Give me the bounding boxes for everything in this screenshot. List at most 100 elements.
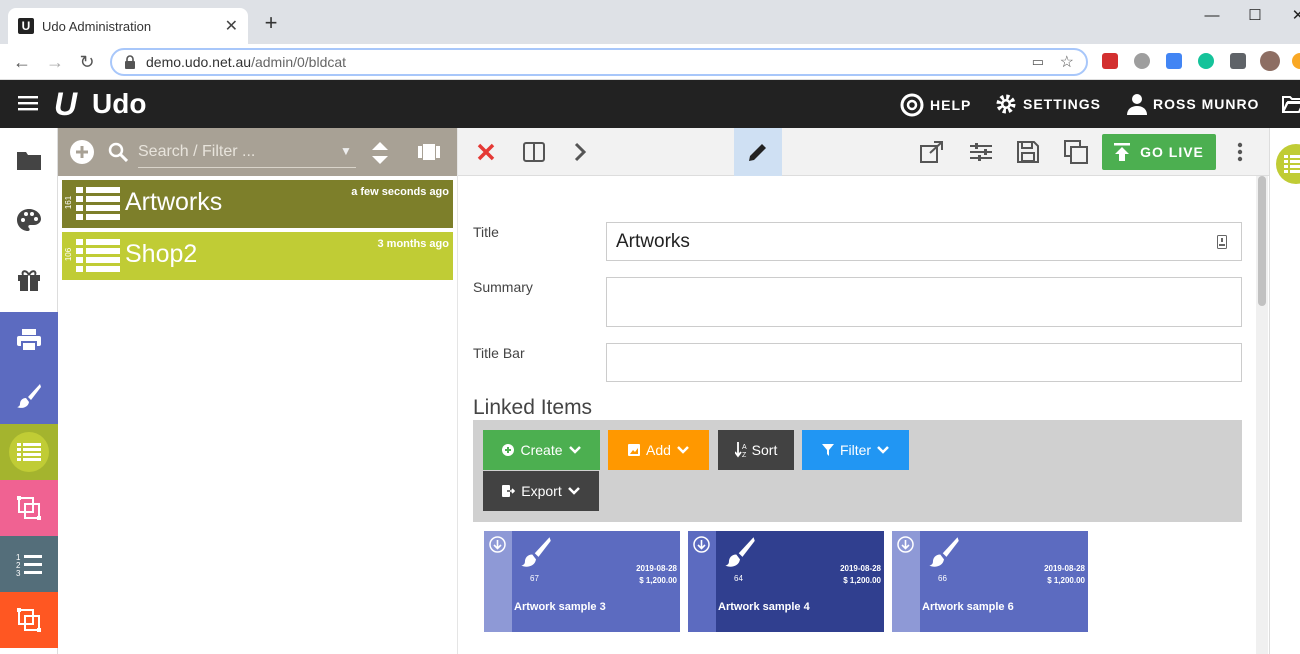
card-price: $ 1,200.00 (1047, 576, 1085, 585)
adjust-button[interactable] (969, 140, 993, 164)
export-label: Export (521, 483, 562, 499)
chevron-down-icon (677, 446, 689, 454)
grammarly-icon[interactable] (1198, 53, 1214, 69)
download-circle-icon[interactable] (693, 536, 710, 553)
view-toggle-icon[interactable] (418, 144, 440, 160)
close-tab-icon[interactable]: ✕ (225, 16, 238, 36)
card-meta: 2019-08-28 $ 1,200.00 (636, 563, 677, 587)
save-button[interactable] (1016, 140, 1040, 164)
help-button[interactable]: HELP (900, 93, 971, 117)
open-external-button[interactable] (920, 140, 944, 164)
dropdown-arrow-icon[interactable]: ▼ (340, 144, 352, 158)
rail-item-frames-2[interactable] (0, 592, 58, 648)
rail-item-palette[interactable] (0, 192, 58, 248)
user-menu[interactable]: ROSS MUNRO (1127, 93, 1259, 115)
summary-label: Summary (473, 279, 533, 295)
copy-icon (1064, 140, 1088, 164)
field-badge-icon[interactable] (1217, 235, 1227, 249)
filter-button[interactable]: Filter (802, 430, 909, 470)
download-circle-icon[interactable] (489, 536, 506, 553)
folder-open-icon[interactable] (1282, 94, 1300, 114)
address-bar[interactable]: demo.udo.net.au/admin/0/bldcat ▭ ☆ (110, 48, 1088, 76)
scroll-thumb[interactable] (1258, 176, 1266, 306)
linked-item-card[interactable]: 67 2019-08-28 $ 1,200.00 Artwork sample 3 (484, 531, 680, 632)
maximize-icon[interactable]: ☐ (1243, 6, 1267, 26)
go-live-button[interactable]: GO LIVE (1102, 134, 1216, 170)
export-button[interactable]: Export (483, 471, 599, 511)
more-options-button[interactable] (1228, 140, 1252, 164)
close-window-icon[interactable]: ✕ (1286, 6, 1300, 26)
card-title: Artwork sample 6 (922, 601, 1014, 613)
item-count: 161 (64, 195, 74, 210)
next-button[interactable] (568, 140, 592, 164)
puzzle-icon[interactable] (1230, 53, 1246, 69)
rail-item-ordered[interactable]: 123 (0, 536, 58, 592)
sort-az-icon: AZ (734, 442, 747, 458)
rail-item-gifts[interactable] (0, 252, 58, 308)
rail-item-catalogues[interactable] (0, 424, 58, 480)
summary-field[interactable] (606, 277, 1242, 327)
add-circle-icon[interactable] (70, 140, 94, 164)
rail-item-print[interactable] (0, 312, 58, 368)
search-input[interactable]: Search / Filter ... (138, 138, 356, 168)
reload-icon[interactable]: ↻ (77, 52, 97, 72)
edit-button[interactable] (734, 128, 782, 176)
back-icon[interactable]: ← (12, 52, 32, 72)
camera-extension-icon[interactable] (1134, 53, 1150, 69)
plus-circle-icon (502, 444, 515, 456)
item-age: a few seconds ago (351, 186, 449, 198)
go-live-label: GO LIVE (1140, 144, 1204, 160)
paintbrush-icon (725, 537, 755, 567)
list-toolbar: Search / Filter ... ▼ (58, 128, 457, 176)
item-count: 106 (64, 247, 74, 262)
title-field[interactable]: Artworks (606, 222, 1242, 261)
split-view-button[interactable] (522, 140, 546, 164)
linked-items-toolbar: Create Add AZ Sort Filter Export (473, 420, 1242, 522)
linked-item-card[interactable]: 66 2019-08-28 $ 1,200.00 Artwork sample 6 (892, 531, 1088, 632)
translate-extension-icon[interactable] (1166, 53, 1182, 69)
list-item[interactable]: 106 Shop2 3 months ago (62, 232, 453, 280)
create-button[interactable]: Create (483, 430, 600, 470)
add-button[interactable]: Add (608, 430, 709, 470)
linked-item-card[interactable]: 64 2019-08-28 $ 1,200.00 Artwork sample 4 (688, 531, 884, 632)
right-rail (1269, 128, 1300, 654)
add-label: Add (646, 442, 671, 458)
detail-scrollbar[interactable] (1256, 176, 1268, 654)
settings-label: SETTINGS (1023, 96, 1102, 112)
list-panel: Search / Filter ... ▼ 161 Artworks a few… (58, 128, 457, 654)
close-button[interactable] (474, 140, 498, 164)
card-date: 2019-08-28 (840, 564, 881, 573)
rail-item-frames[interactable] (0, 480, 58, 536)
pencil-icon (749, 144, 766, 161)
app-header: U Udo HELP SETTINGS ROSS MUNRO (0, 80, 1300, 128)
download-circle-icon[interactable] (897, 536, 914, 553)
app-name: Udo (92, 88, 147, 119)
profile-avatar[interactable] (1260, 51, 1280, 71)
duplicate-button[interactable] (1064, 140, 1088, 164)
list-item[interactable]: 161 Artworks a few seconds ago (62, 180, 453, 228)
forward-icon[interactable]: → (45, 52, 65, 72)
sort-toggle-icon[interactable] (372, 142, 388, 164)
titlebar-field[interactable] (606, 343, 1242, 382)
rail-item-artworks[interactable] (0, 368, 58, 424)
url-path: /admin/0/bldcat (251, 54, 347, 70)
user-name: ROSS MUNRO (1153, 96, 1260, 112)
rail-item-catalogue-right[interactable] (1276, 144, 1300, 184)
browser-tab[interactable]: U Udo Administration ✕ (8, 8, 248, 44)
menu-icon[interactable] (18, 95, 38, 111)
linked-items-heading: Linked Items (473, 396, 593, 419)
star-icon[interactable]: ☆ (1060, 52, 1074, 72)
update-icon[interactable] (1292, 53, 1300, 69)
settings-button[interactable]: SETTINGS (995, 93, 1101, 115)
palette-icon (17, 209, 41, 231)
new-tab-button[interactable]: + (260, 12, 282, 34)
extension-icon[interactable] (1102, 53, 1118, 69)
cast-icon[interactable]: ▭ (1032, 54, 1044, 70)
frame-icon (17, 496, 41, 520)
svg-text:A: A (742, 444, 747, 451)
minimize-icon[interactable]: — (1200, 6, 1224, 26)
item-age: 3 months ago (377, 238, 449, 250)
sort-button[interactable]: AZ Sort (718, 430, 794, 470)
rail-item-folders[interactable] (0, 132, 58, 188)
chevron-right-icon (574, 142, 587, 162)
